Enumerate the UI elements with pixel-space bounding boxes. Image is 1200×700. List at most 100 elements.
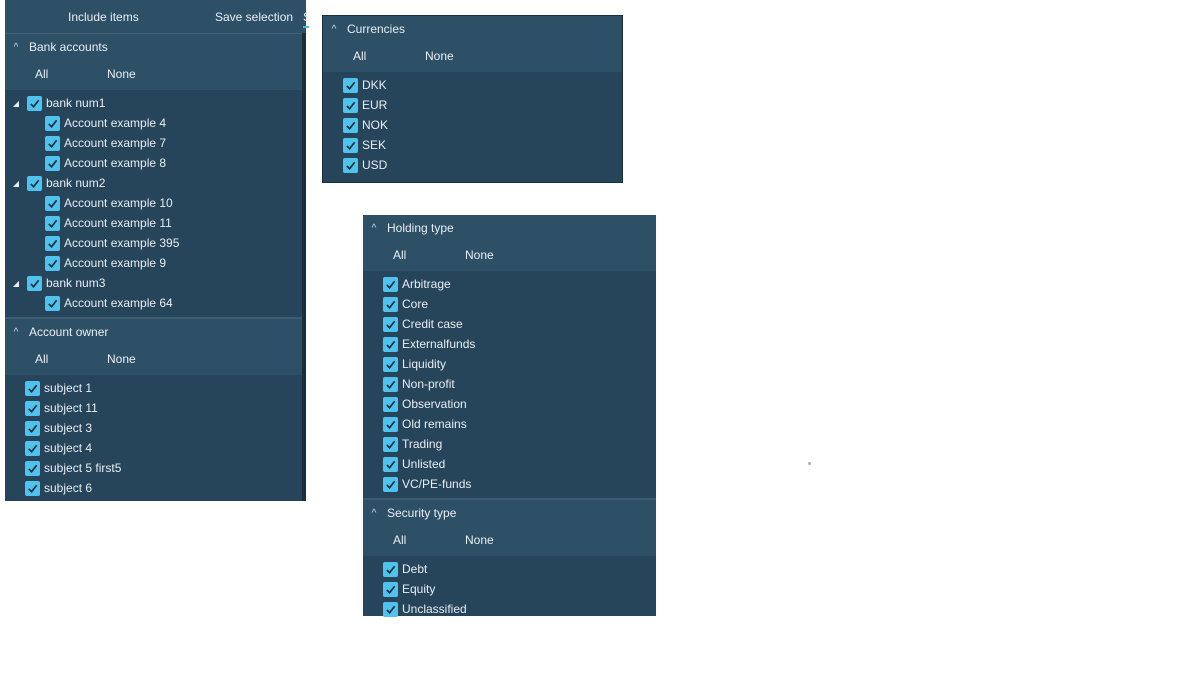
select-all-button[interactable]: All xyxy=(393,248,406,262)
list-item[interactable]: Account example 8 xyxy=(5,153,302,173)
expand-triangle-icon[interactable]: ◢ xyxy=(11,99,21,108)
collapse-chevron-icon[interactable]: ^ xyxy=(369,223,379,234)
section-header[interactable]: ^ Account owner xyxy=(5,319,302,345)
list-item[interactable]: Account example 64 xyxy=(5,293,302,313)
checkbox-checked[interactable] xyxy=(25,420,40,436)
save-selection-button[interactable]: Save selection xyxy=(215,10,293,24)
checkbox-checked[interactable] xyxy=(45,255,60,271)
list-item[interactable]: subject 6 xyxy=(5,478,302,498)
collapse-chevron-icon[interactable]: ^ xyxy=(369,508,379,519)
checkbox-checked[interactable] xyxy=(383,601,398,617)
checkbox-checked[interactable] xyxy=(45,115,60,131)
list-item[interactable]: NOK xyxy=(323,115,622,135)
list-item[interactable]: Credit case xyxy=(363,314,656,334)
section-header[interactable]: ^ Security type xyxy=(363,500,656,526)
checkbox-checked[interactable] xyxy=(27,275,42,291)
select-none-button[interactable]: None xyxy=(107,352,136,366)
checkbox-checked[interactable] xyxy=(25,380,40,396)
checkbox-checked[interactable] xyxy=(25,400,40,416)
select-none-button[interactable]: None xyxy=(107,67,136,81)
section-header[interactable]: ^ Holding type xyxy=(363,215,656,241)
list-item[interactable]: Core xyxy=(363,294,656,314)
collapse-chevron-icon[interactable]: ^ xyxy=(11,327,21,338)
select-all-button[interactable]: All xyxy=(35,67,48,81)
checkbox-checked[interactable] xyxy=(383,316,398,332)
checkbox-checked[interactable] xyxy=(25,440,40,456)
list-item[interactable]: Old remains xyxy=(363,414,656,434)
list-item[interactable]: SEK xyxy=(323,135,622,155)
expand-triangle-icon[interactable]: ◢ xyxy=(11,279,21,288)
checkbox-checked[interactable] xyxy=(45,235,60,251)
tree-group-row[interactable]: ◢ bank num2 xyxy=(5,173,302,193)
select-all-button[interactable]: All xyxy=(353,49,366,63)
list-item[interactable]: Externalfunds xyxy=(363,334,656,354)
checkbox-checked[interactable] xyxy=(45,295,60,311)
list-item[interactable]: Account example 10 xyxy=(5,193,302,213)
list-item[interactable]: Unlisted xyxy=(363,454,656,474)
list-item[interactable]: subject 11 xyxy=(5,398,302,418)
list-item[interactable]: USD xyxy=(323,155,622,175)
tree-group-row[interactable]: ◢ bank num1 xyxy=(5,93,302,113)
list-item[interactable]: DKK xyxy=(323,75,622,95)
checkbox-checked[interactable] xyxy=(343,137,358,153)
tree-group-row[interactable]: ◢ bank num3 xyxy=(5,273,302,293)
checkbox-checked[interactable] xyxy=(45,135,60,151)
collapse-chevron-icon[interactable]: ^ xyxy=(329,24,339,35)
checkbox-checked[interactable] xyxy=(383,276,398,292)
list-item[interactable]: Non-profit xyxy=(363,374,656,394)
checkbox-checked[interactable] xyxy=(25,460,40,476)
checkbox-checked[interactable] xyxy=(383,356,398,372)
select-none-button[interactable]: None xyxy=(425,49,454,63)
list-item[interactable]: subject 3 xyxy=(5,418,302,438)
section-header[interactable]: ^ Bank accounts xyxy=(5,34,302,60)
expand-triangle-icon[interactable]: ◢ xyxy=(11,179,21,188)
collapse-chevron-icon[interactable]: ^ xyxy=(11,42,21,53)
select-all-button[interactable]: All xyxy=(35,352,48,366)
list-item[interactable]: Account example 4 xyxy=(5,113,302,133)
list-item[interactable]: Equity xyxy=(363,579,656,599)
include-items-button[interactable]: Include items xyxy=(68,10,139,24)
checkbox-checked[interactable] xyxy=(343,97,358,113)
checkbox-checked[interactable] xyxy=(27,95,42,111)
checkbox-checked[interactable] xyxy=(45,215,60,231)
checkbox-checked[interactable] xyxy=(45,155,60,171)
checkbox-checked[interactable] xyxy=(343,117,358,133)
list-item[interactable]: Account example 395 xyxy=(5,233,302,253)
select-none-button[interactable]: None xyxy=(465,248,494,262)
checkbox-checked[interactable] xyxy=(383,296,398,312)
list-item[interactable]: subject 4 xyxy=(5,438,302,458)
scrollbar[interactable] xyxy=(302,33,306,501)
checkbox-checked[interactable] xyxy=(383,396,398,412)
list-item[interactable]: Debt xyxy=(363,559,656,579)
checkbox-checked[interactable] xyxy=(383,416,398,432)
checkbox-checked[interactable] xyxy=(383,581,398,597)
list-item[interactable]: Account example 7 xyxy=(5,133,302,153)
checkbox-checked[interactable] xyxy=(27,175,42,191)
list-item[interactable]: VC/PE-funds xyxy=(363,474,656,494)
checkbox-checked[interactable] xyxy=(383,561,398,577)
clipped-tab[interactable]: S xyxy=(303,10,309,28)
checkbox-checked[interactable] xyxy=(383,336,398,352)
checkbox-checked[interactable] xyxy=(383,436,398,452)
checkbox-checked[interactable] xyxy=(383,376,398,392)
list-item[interactable]: Account example 9 xyxy=(5,253,302,273)
checkbox-checked[interactable] xyxy=(383,456,398,472)
select-all-button[interactable]: All xyxy=(393,533,406,547)
checkbox-checked[interactable] xyxy=(343,157,358,173)
list-item[interactable]: Liquidity xyxy=(363,354,656,374)
list-item[interactable]: Arbitrage xyxy=(363,274,656,294)
select-none-button[interactable]: None xyxy=(465,533,494,547)
all-none-bar: All None xyxy=(323,42,622,72)
list-item[interactable]: Account example 11 xyxy=(5,213,302,233)
checkbox-checked[interactable] xyxy=(383,476,398,492)
checkbox-checked[interactable] xyxy=(25,480,40,496)
list-item[interactable]: subject 1 xyxy=(5,378,302,398)
section-header[interactable]: ^ Currencies xyxy=(323,16,622,42)
list-item[interactable]: EUR xyxy=(323,95,622,115)
list-item[interactable]: Trading xyxy=(363,434,656,454)
checkbox-checked[interactable] xyxy=(45,195,60,211)
list-item[interactable]: Unclassified xyxy=(363,599,656,619)
list-item[interactable]: subject 5 first5 xyxy=(5,458,302,478)
list-item[interactable]: Observation xyxy=(363,394,656,414)
checkbox-checked[interactable] xyxy=(343,77,358,93)
